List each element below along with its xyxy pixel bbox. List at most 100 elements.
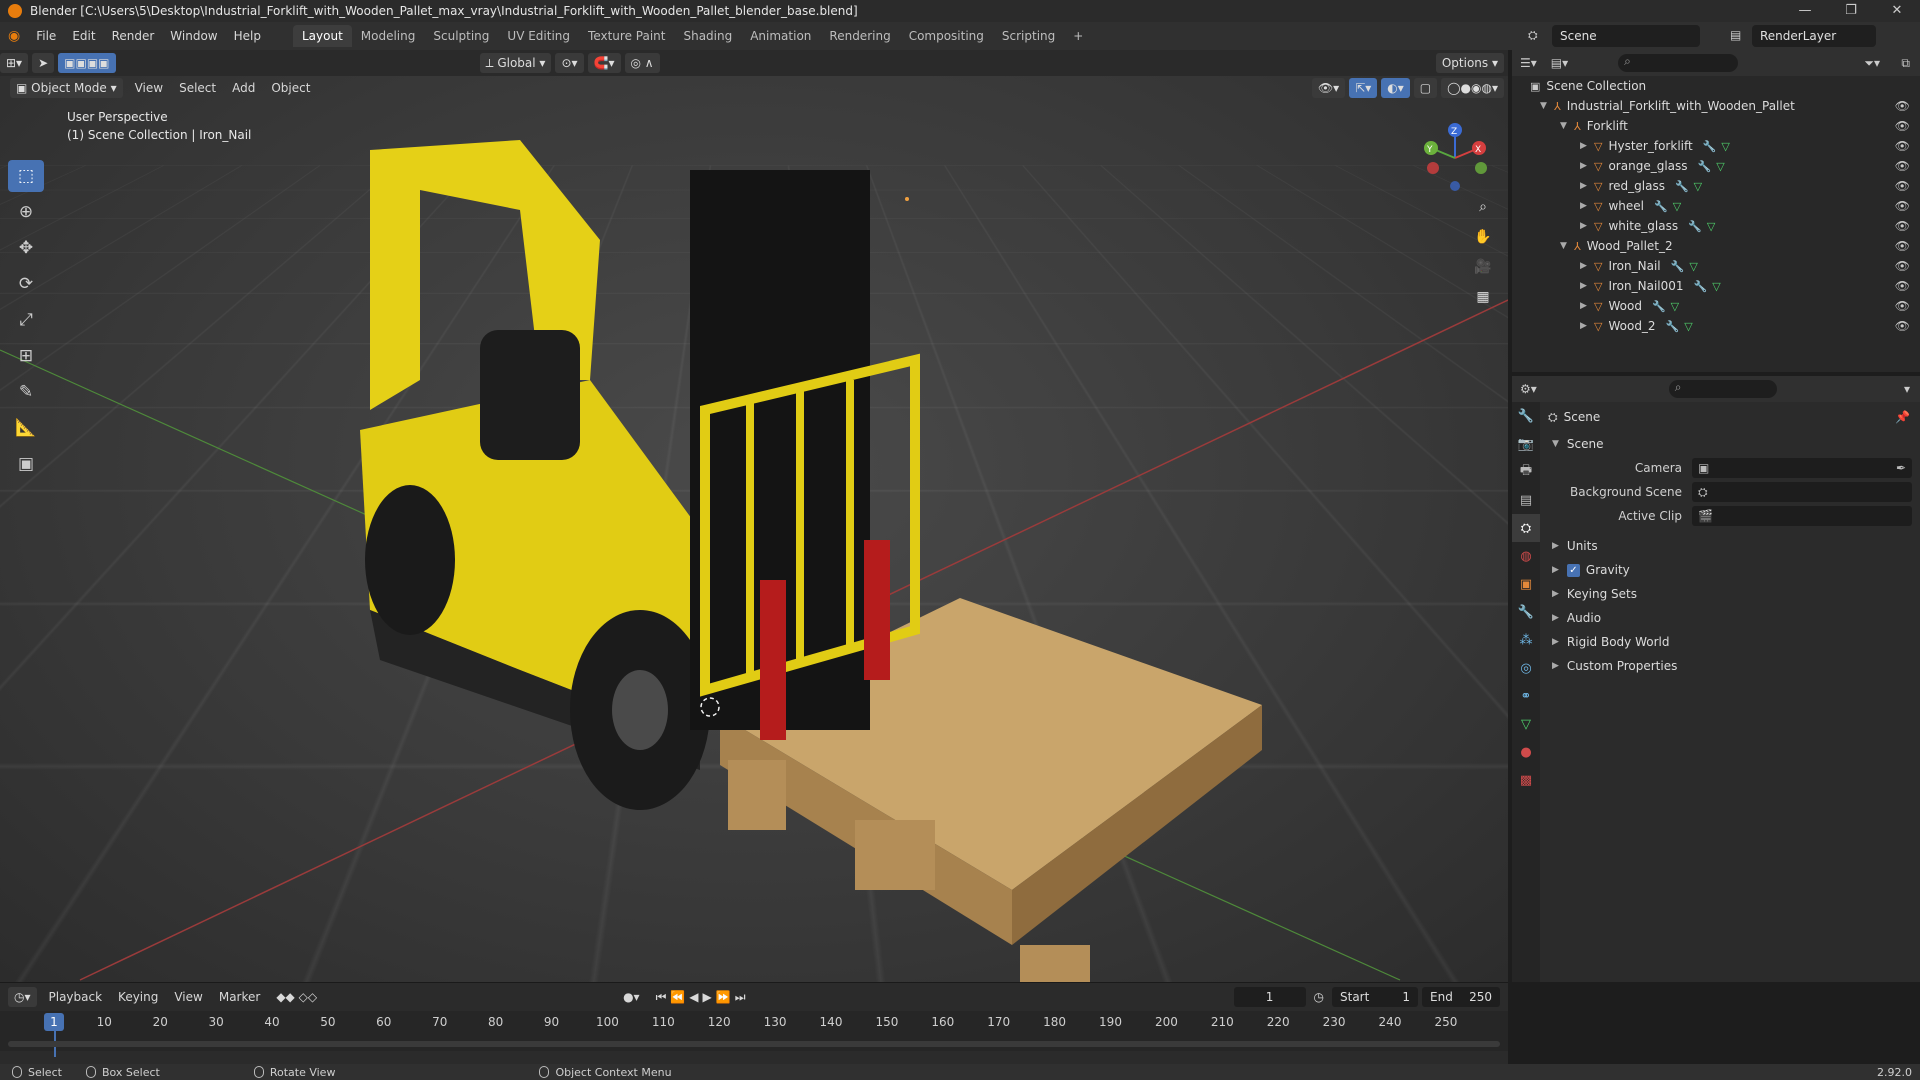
visibility-eye-icon[interactable]: 👁 xyxy=(1895,179,1910,193)
outliner-editor-icon[interactable]: ☰▾ xyxy=(1520,56,1537,70)
record-icon[interactable]: ●▾ xyxy=(615,990,648,1004)
mesh-data-icon[interactable]: ▽ xyxy=(1716,160,1724,173)
outliner-item-iron-nail001[interactable]: ▶ ▽ Iron_Nail001 🔧 ▽ 👁 xyxy=(1512,276,1920,296)
gravity-section[interactable]: ▶ ✓ Gravity xyxy=(1544,558,1920,582)
outliner-item-wood[interactable]: ▶ ▽ Wood 🔧 ▽ 👁 xyxy=(1512,296,1920,316)
keyframe-icons[interactable]: ◆◆ ◇◇ xyxy=(268,990,325,1004)
view-layer-tab-icon[interactable]: ▤ xyxy=(1512,486,1540,514)
object-tab-icon[interactable]: ▣ xyxy=(1512,570,1540,598)
modifier-icon[interactable]: 🔧 xyxy=(1675,180,1689,193)
modifier-icon[interactable]: 🔧 xyxy=(1671,260,1685,273)
visibility-eye-icon[interactable]: 👁 xyxy=(1895,219,1910,233)
tab-uv-editing[interactable]: UV Editing xyxy=(498,25,579,47)
filter-icon[interactable]: ⏷▾ xyxy=(1864,56,1880,71)
properties-editor-icon[interactable]: ⚙▾ xyxy=(1520,382,1537,396)
physics-tab-icon[interactable]: ◎ xyxy=(1512,654,1540,682)
tool-tab-icon[interactable]: 🔧 xyxy=(1512,402,1540,430)
menu-add[interactable]: Add xyxy=(224,81,263,95)
outliner-item-forklift[interactable]: ▼ ⅄ Forklift 👁 xyxy=(1512,116,1920,136)
playback-controls[interactable]: ⏮⏪◀▶⏩⏭ xyxy=(648,990,758,1005)
timeline-ruler[interactable]: 1 10 20 30 40 50 60 70 80 90 100 110 120 130 140 150 160… xyxy=(0,1011,1508,1057)
world-tab-icon[interactable]: ◍ xyxy=(1512,542,1540,570)
tab-sculpting[interactable]: Sculpting xyxy=(424,25,498,47)
menu-file[interactable]: File xyxy=(28,29,64,43)
tab-rendering[interactable]: Rendering xyxy=(820,25,899,47)
keying-sets-section[interactable]: ▶ Keying Sets xyxy=(1544,582,1920,606)
texture-tab-icon[interactable]: ▩ xyxy=(1512,766,1540,794)
cursor-icon[interactable]: ⊕ xyxy=(8,196,44,228)
proportional-edit-icon[interactable]: ◎ ∧ xyxy=(624,53,660,73)
selection-modes-icon[interactable]: ▣▣▣▣ xyxy=(58,53,116,73)
visibility-eye-icon[interactable]: 👁 xyxy=(1895,319,1910,333)
constraints-tab-icon[interactable]: ⚭ xyxy=(1512,682,1540,710)
modifier-icon[interactable]: 🔧 xyxy=(1688,220,1702,233)
modifier-icon[interactable]: 🔧 xyxy=(1666,320,1680,333)
rotate-icon[interactable]: ⟳ xyxy=(8,268,44,300)
expand-arrow-icon[interactable]: ▶ xyxy=(1580,141,1594,151)
maximize-button[interactable]: ❐ xyxy=(1828,0,1874,22)
modifier-icon[interactable]: 🔧 xyxy=(1703,140,1717,153)
close-button[interactable]: ✕ xyxy=(1874,0,1920,22)
outliner-item-industrial-forklift-with-wooden-pallet[interactable]: ▼ ⅄ Industrial_Forklift_with_Wooden_Pallet… xyxy=(1512,96,1920,116)
menu-edit[interactable]: Edit xyxy=(64,29,103,43)
background-scene-field[interactable]: ⛭ xyxy=(1692,482,1912,502)
new-collection-icon[interactable]: ⧉ xyxy=(1901,56,1910,71)
rigid-body-world-section[interactable]: ▶ Rigid Body World xyxy=(1544,630,1920,654)
options-dropdown[interactable]: Options ▾ xyxy=(1435,53,1504,73)
outliner-item-orange-glass[interactable]: ▶ ▽ orange_glass 🔧 ▽ 👁 xyxy=(1512,156,1920,176)
modifier-tab-icon[interactable]: 🔧 xyxy=(1512,598,1540,626)
start-frame-field[interactable]: Start 1 xyxy=(1332,987,1418,1007)
modifier-icon[interactable]: 🔧 xyxy=(1652,300,1666,313)
menu-help[interactable]: Help xyxy=(226,29,269,43)
visibility-eye-icon[interactable]: 👁 xyxy=(1895,139,1910,153)
visibility-eye-icon[interactable]: 👁 xyxy=(1895,239,1910,253)
transform-orientation-dropdown[interactable]: ⟂ Global ▾ xyxy=(479,53,552,73)
mesh-data-icon[interactable]: ▽ xyxy=(1671,300,1679,313)
expand-arrow-icon[interactable]: ▶ xyxy=(1580,181,1594,191)
menu-select[interactable]: Select xyxy=(171,81,224,95)
mesh-data-icon[interactable]: ▽ xyxy=(1721,140,1729,153)
data-tab-icon[interactable]: ▽ xyxy=(1512,710,1540,738)
gizmo-toggle-icon[interactable]: ⇱▾ xyxy=(1349,78,1378,98)
current-frame-field[interactable]: 1 xyxy=(1233,987,1306,1007)
eyedropper-icon[interactable]: ✒ xyxy=(1896,461,1906,475)
tab-scripting[interactable]: Scripting xyxy=(993,25,1064,47)
outliner-item-hyster-forklift[interactable]: ▶ ▽ Hyster_forklift 🔧 ▽ 👁 xyxy=(1512,136,1920,156)
render-tab-icon[interactable]: 📷 xyxy=(1512,430,1540,458)
move-icon[interactable]: ✥ xyxy=(8,232,44,264)
measure-icon[interactable]: 📐 xyxy=(8,412,44,444)
visibility-eye-icon[interactable]: 👁 xyxy=(1895,259,1910,273)
outliner-item-wood-2[interactable]: ▶ ▽ Wood_2 🔧 ▽ 👁 xyxy=(1512,316,1920,336)
pin-icon[interactable]: 📌 xyxy=(1895,410,1910,424)
scale-icon[interactable]: ⤢ xyxy=(8,304,44,336)
menu-object[interactable]: Object xyxy=(263,81,318,95)
outliner-item-wood-pallet-2[interactable]: ▼ ⅄ Wood_Pallet_2 👁 xyxy=(1512,236,1920,256)
transform-icon[interactable]: ⊞ xyxy=(8,340,44,372)
xray-toggle-icon[interactable]: ▢ xyxy=(1413,78,1438,98)
overlay-toggle-icon[interactable]: ◐▾ xyxy=(1381,78,1410,98)
active-clip-field[interactable]: 🎬 xyxy=(1692,506,1912,526)
expand-arrow-icon[interactable]: ▶ xyxy=(1580,281,1594,291)
end-frame-field[interactable]: End 250 xyxy=(1422,987,1500,1007)
expand-arrow-icon[interactable]: ▶ xyxy=(1580,261,1594,271)
audio-section[interactable]: ▶ Audio xyxy=(1544,606,1920,630)
timeline-editor-icon[interactable]: ◷▾ xyxy=(8,987,37,1007)
select-mode-icon[interactable]: ➤ xyxy=(32,53,55,73)
visibility-icon[interactable]: 👁▾ xyxy=(1311,78,1346,98)
expand-arrow-icon[interactable]: ▶ xyxy=(1580,161,1594,171)
expand-arrow-icon[interactable]: ▼ xyxy=(1560,121,1574,131)
ortho-toggle-icon[interactable]: ▦ xyxy=(1470,284,1496,310)
mesh-data-icon[interactable]: ▽ xyxy=(1707,220,1715,233)
menu-marker[interactable]: Marker xyxy=(211,990,268,1004)
select-box-icon[interactable]: ⬚ xyxy=(8,160,44,192)
preview-range-icon[interactable]: ◷ xyxy=(1306,990,1332,1004)
shading-modes-icon[interactable]: ◯●◉◍▾ xyxy=(1441,78,1504,98)
mesh-data-icon[interactable]: ▽ xyxy=(1712,280,1720,293)
expand-arrow-icon[interactable]: ▼ xyxy=(1560,241,1574,251)
pivot-point-icon[interactable]: ⊙▾ xyxy=(555,53,584,73)
tab-shading[interactable]: Shading xyxy=(674,25,741,47)
properties-options-icon[interactable]: ▾ xyxy=(1904,382,1910,396)
visibility-eye-icon[interactable]: 👁 xyxy=(1895,279,1910,293)
editor-type-icon[interactable]: ⊞▾ xyxy=(0,53,29,73)
particles-tab-icon[interactable]: ⁂ xyxy=(1512,626,1540,654)
